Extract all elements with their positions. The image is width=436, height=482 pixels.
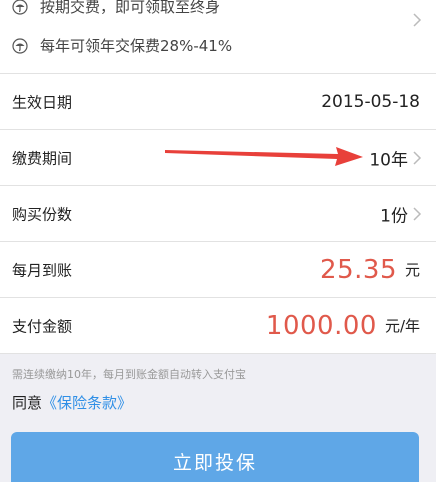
monthly-payout-value: 25.35 元 — [320, 255, 420, 285]
payment-amount-label: 支付金额 — [12, 317, 73, 335]
row-effective-date: 生效日期 2015-05-18 — [0, 74, 436, 130]
agree-prefix: 同意 — [12, 394, 43, 412]
monthly-payout-unit: 元 — [404, 261, 420, 279]
payment-period-value: 10年 — [369, 150, 408, 170]
effective-date-label: 生效日期 — [12, 93, 73, 111]
feature-text: 每年可领年交保费28%-41% — [40, 37, 233, 55]
row-monthly-payout: 每月到账 25.35 元 — [0, 242, 436, 298]
payment-period-label: 缴费期间 — [12, 149, 73, 167]
monthly-payout-amount: 25.35 — [320, 254, 397, 285]
chevron-right-icon — [413, 150, 422, 165]
insurance-terms-link[interactable]: 《保险条款》 — [42, 394, 132, 412]
purchase-count-value: 1份 — [380, 206, 408, 226]
umbrella-icon — [12, 37, 28, 54]
feature-list[interactable]: 按期交费，即可领取至终身 每年可领年交保费28%-41% — [0, 0, 436, 74]
apply-button[interactable]: 立即投保 — [11, 432, 419, 482]
payment-amount-unit: 元/年 — [384, 317, 420, 335]
feature-item: 按期交费，即可领取至终身 — [12, 0, 220, 17]
umbrella-icon — [12, 0, 28, 15]
payment-amount-amount: 1000.00 — [265, 310, 377, 341]
chevron-right-icon — [413, 13, 422, 27]
payment-amount-value: 1000.00 元/年 — [266, 311, 420, 341]
effective-date-value: 2015-05-18 — [321, 91, 420, 112]
chevron-right-icon — [413, 206, 422, 221]
row-payment-period[interactable]: 缴费期间 10年 — [0, 130, 436, 186]
policy-card: 按期交费，即可领取至终身 每年可领年交保费28%-41% 生效日期 2015-0… — [0, 0, 436, 354]
row-payment-amount: 支付金额 1000.00 元/年 — [0, 298, 436, 354]
row-purchase-count[interactable]: 购买份数 1份 — [0, 186, 436, 242]
payment-notice: 需连续缴纳10年，每月到账金额自动转入支付宝 — [12, 368, 246, 381]
purchase-count-label: 购买份数 — [12, 205, 73, 223]
feature-item: 每年可领年交保费28%-41% — [12, 35, 232, 56]
agreement: 同意《保险条款》 — [12, 392, 132, 413]
monthly-payout-label: 每月到账 — [12, 261, 73, 279]
feature-text: 按期交费，即可领取至终身 — [40, 0, 221, 16]
